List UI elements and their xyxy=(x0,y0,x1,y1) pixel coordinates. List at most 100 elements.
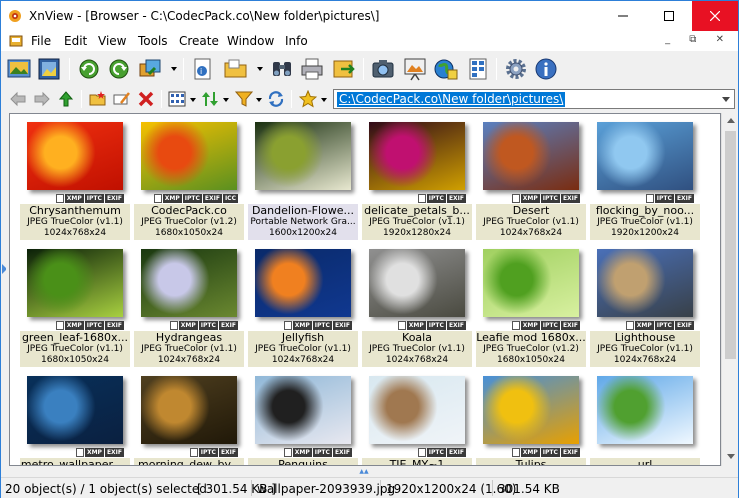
thumbnail-item[interactable]: XMP IPTC EXIF Tulips xyxy=(476,372,586,465)
open-dropdown[interactable] xyxy=(257,67,263,71)
preview-splitter-handle[interactable]: ▲▲ xyxy=(356,468,372,475)
favorites-dropdown[interactable] xyxy=(321,98,327,102)
menu-info[interactable]: Info xyxy=(285,34,308,48)
mdi-controls[interactable]: _ ⧉ ✕ xyxy=(665,34,732,45)
thumbnail-item[interactable]: XMP IPTC EXIF Leafie mod 1680x... JPEG TrueC… xyxy=(476,245,586,371)
file-dimensions: 1680x1050x24 xyxy=(41,355,109,365)
metadata-badge: EXIF xyxy=(104,194,124,203)
slideshow-icon[interactable] xyxy=(402,56,428,82)
forward-arrow-icon[interactable] xyxy=(33,90,51,108)
thumbnail-item[interactable]: XMP IPTC EXIF Hydrangeas JPEG TrueColor (v1.… xyxy=(134,245,244,371)
contact-sheet-icon[interactable] xyxy=(465,56,491,82)
filter-icon[interactable] xyxy=(235,90,253,108)
settings-gear-icon[interactable] xyxy=(503,56,529,82)
thumbnail-item[interactable]: XMP IPTC EXIF Chrysanthemum JPEG TrueColor (… xyxy=(20,118,130,244)
thumbnail-item[interactable]: IPTC EXIF delicate_petals_b... JPEG TrueCol… xyxy=(362,118,472,244)
browser-icon[interactable] xyxy=(6,56,32,82)
file-name: Dandelion-Flowe... xyxy=(251,204,355,217)
open-folder-icon[interactable] xyxy=(223,56,249,82)
capture-icon[interactable] xyxy=(370,56,396,82)
metadata-page-icon xyxy=(511,448,520,457)
thumbnail-item[interactable]: XMP IPTC EXIF Desert JPEG TrueColor (v1.1) 10… xyxy=(476,118,586,244)
print-icon[interactable] xyxy=(299,56,325,82)
title-bar[interactable]: XnView - [Browser - C:\CodecPack.co\New … xyxy=(1,1,738,31)
web-page-icon[interactable] xyxy=(433,56,459,82)
find-icon[interactable] xyxy=(269,56,295,82)
maximize-button[interactable] xyxy=(646,1,692,31)
menu-tools[interactable]: Tools xyxy=(138,34,168,48)
convert-dropdown[interactable] xyxy=(171,67,177,71)
thumbnail-caption: Chrysanthemum JPEG TrueColor (v1.1) 1024x7… xyxy=(20,204,130,240)
sort-dropdown[interactable] xyxy=(223,98,229,102)
menu-edit[interactable]: Edit xyxy=(64,34,87,48)
export-icon[interactable] xyxy=(331,56,357,82)
thumbnail-item[interactable]: IPTC EXIF flocking_by_noo... JPEG TrueColor… xyxy=(590,118,700,244)
vertical-scrollbar[interactable] xyxy=(721,113,738,466)
metadata-badge: EXIF xyxy=(446,321,466,330)
favorites-star-icon[interactable] xyxy=(299,90,317,108)
metadata-page-icon xyxy=(75,448,84,457)
about-info-icon[interactable] xyxy=(533,56,559,82)
rotate-right-icon[interactable] xyxy=(106,56,132,82)
view-mode-dropdown[interactable] xyxy=(190,98,196,102)
minimize-button[interactable] xyxy=(600,1,646,31)
left-pane-toggle[interactable] xyxy=(2,264,7,274)
thumbnail-item[interactable]: IPTC EXIF morning_dew_by... xyxy=(134,372,244,465)
thumbnail-item[interactable]: Dandelion-Flowe... Portable Network Gra..… xyxy=(248,118,358,244)
menu-view[interactable]: View xyxy=(98,34,126,48)
new-folder-icon[interactable] xyxy=(89,90,107,108)
thumbnail-item[interactable]: XMP EXIF metro_wallpaper_... xyxy=(20,372,130,466)
address-dropdown-icon[interactable] xyxy=(722,97,730,102)
file-name: metro_wallpaper_... xyxy=(20,458,130,466)
fullscreen-icon[interactable] xyxy=(36,56,62,82)
file-dimensions: 1600x1200x24 xyxy=(269,228,337,238)
rotate-left-icon[interactable] xyxy=(76,56,102,82)
refresh-icon[interactable] xyxy=(267,90,285,108)
rename-icon[interactable] xyxy=(113,90,131,108)
thumbnail-caption: Penguins xyxy=(248,458,358,465)
address-input[interactable]: C:\CodecPack.co\New folder\pictures\ xyxy=(337,92,566,107)
scrollbar-thumb[interactable] xyxy=(725,131,736,359)
close-button[interactable] xyxy=(692,1,738,31)
address-bar[interactable]: C:\CodecPack.co\New folder\pictures\ xyxy=(333,89,735,109)
file-dimensions: 1024x768x24 xyxy=(385,355,449,365)
metadata-badges: XMP IPTC EXIF xyxy=(283,448,352,457)
thumbnail-item[interactable]: XMP IPTC EXIF Lighthouse JPEG TrueColor (v1.… xyxy=(590,245,700,371)
menu-window[interactable]: Window xyxy=(227,34,274,48)
thumbnail-item[interactable]: XMP IPTC EXIF Penguins xyxy=(248,372,358,465)
thumbnail-item[interactable]: url xyxy=(590,372,700,465)
metadata-badge: IPTC xyxy=(84,321,104,330)
document-menu-icon[interactable] xyxy=(9,34,23,48)
file-name: Koala xyxy=(402,331,432,344)
thumbnail-image xyxy=(27,375,123,444)
scroll-down-icon[interactable] xyxy=(727,454,735,459)
thumbnail-image xyxy=(255,248,351,317)
thumbnail-item[interactable]: XMP IPTC EXIF Jellyfish JPEG TrueColor (v1.1… xyxy=(248,245,358,371)
thumbnail-item[interactable]: XMP IPTC EXIF green_leaf-1680x... JPEG TrueC… xyxy=(20,245,130,371)
sort-icon[interactable] xyxy=(201,90,219,108)
menu-file[interactable]: File xyxy=(31,34,51,48)
thumbnail-item[interactable]: XMP IPTC EXIF Koala JPEG TrueColor (v1.1) 102… xyxy=(362,245,472,371)
parent-folder-icon[interactable] xyxy=(57,90,75,108)
back-arrow-icon[interactable] xyxy=(9,90,27,108)
thumbnail-item[interactable]: IPTC EXIF TIE_MY~1 xyxy=(362,372,472,465)
thumbnail-browser[interactable]: XMP IPTC EXIF Chrysanthemum JPEG TrueColor (… xyxy=(9,113,721,466)
metadata-badge: XMP xyxy=(634,321,654,330)
status-object-count: 20 object(s) / 1 object(s) selected xyxy=(5,482,207,496)
delete-icon[interactable] xyxy=(137,90,155,108)
metadata-badge: EXIF xyxy=(202,194,222,203)
file-name: Chrysanthemum xyxy=(29,204,121,217)
thumbnail-item[interactable]: XMP IPTC EXIF ICC CodecPack.co JPEG TrueColor… xyxy=(134,118,244,244)
metadata-badge: XMP xyxy=(292,448,312,457)
metadata-badge: IPTC xyxy=(540,194,560,203)
metadata-page-icon xyxy=(511,321,520,330)
filter-dropdown[interactable] xyxy=(256,98,262,102)
menu-create[interactable]: Create xyxy=(179,34,219,48)
convert-icon[interactable] xyxy=(137,56,163,82)
metadata-badge: XMP xyxy=(178,321,198,330)
scroll-up-icon[interactable] xyxy=(727,118,735,123)
thumbnail-image-frame xyxy=(248,372,358,447)
file-dimensions: 1680x1050x24 xyxy=(497,355,565,365)
properties-icon[interactable]: i xyxy=(190,56,216,82)
view-mode-icon[interactable] xyxy=(168,90,186,108)
